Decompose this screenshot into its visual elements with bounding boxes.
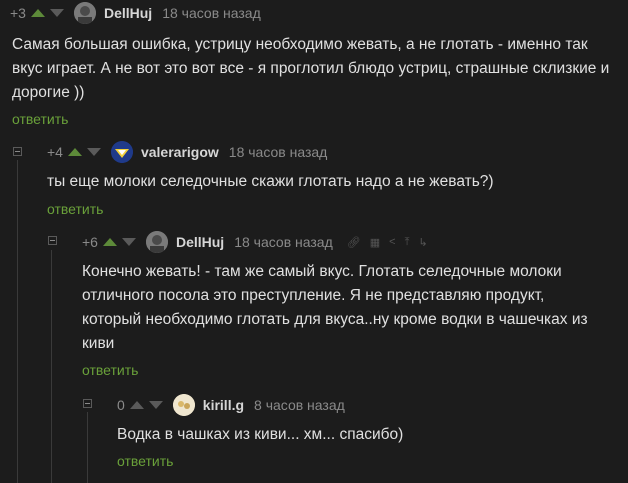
downvote-arrow-icon[interactable] (49, 9, 64, 17)
share-icon[interactable]: < (389, 236, 395, 248)
save-icon[interactable]: ▦ (370, 236, 380, 249)
username[interactable]: DellHuj (104, 5, 152, 21)
reply-link[interactable]: ответить (82, 362, 138, 378)
comment-text: Самая большая ошибка, устрицу необходимо… (12, 36, 610, 101)
timestamp[interactable]: 18 часов назад (162, 5, 261, 21)
timestamp[interactable]: 18 часов назад (229, 144, 328, 160)
thread-line (87, 412, 88, 483)
comment-rating: +4 (47, 144, 63, 160)
collapse-button[interactable] (48, 236, 57, 245)
upvote-arrow-icon[interactable] (102, 238, 117, 246)
username[interactable]: kirill.g (203, 397, 244, 413)
reply-link[interactable]: ответить (47, 201, 103, 217)
upvote-arrow-icon[interactable] (30, 9, 45, 17)
reply-link[interactable]: ответить (117, 453, 173, 469)
thread-line (17, 160, 18, 483)
upvote-arrow-icon[interactable] (129, 401, 144, 409)
avatar[interactable] (110, 141, 133, 163)
collapse-button[interactable] (13, 147, 22, 156)
timestamp[interactable]: 8 часов назад (254, 397, 345, 413)
upvote-arrow-icon[interactable] (67, 148, 82, 156)
timestamp[interactable]: 18 часов назад (234, 234, 333, 250)
branch-icon[interactable]: ↳ (418, 236, 427, 249)
avatar[interactable] (172, 394, 195, 416)
scroll-up-icon[interactable]: ⤒ (405, 236, 410, 249)
link-icon[interactable]: 🔗︎ (347, 236, 361, 249)
comment-text: Конечно жевать! - там же самый вкус. Гло… (82, 263, 588, 352)
username[interactable]: DellHuj (176, 234, 224, 250)
reply-link[interactable]: ответить (12, 111, 68, 127)
comment-rating: 0 (117, 397, 125, 413)
avatar[interactable] (145, 231, 168, 253)
avatar[interactable] (73, 2, 96, 24)
username[interactable]: valerarigow (141, 144, 219, 160)
comment-text: ты еще молоки селедочные скажи глотать н… (47, 173, 494, 190)
downvote-arrow-icon[interactable] (86, 148, 101, 156)
comment-rating: +3 (10, 5, 26, 21)
comment-text: Водка в чашках из киви... хм... спасибо) (117, 426, 404, 443)
thread-line (51, 250, 52, 483)
comment-rating: +6 (82, 234, 98, 250)
downvote-arrow-icon[interactable] (148, 401, 163, 409)
comment-tools: 🔗︎ ▦ < ⤒ ↳ (347, 236, 428, 249)
downvote-arrow-icon[interactable] (121, 238, 136, 246)
collapse-button[interactable] (83, 399, 92, 408)
